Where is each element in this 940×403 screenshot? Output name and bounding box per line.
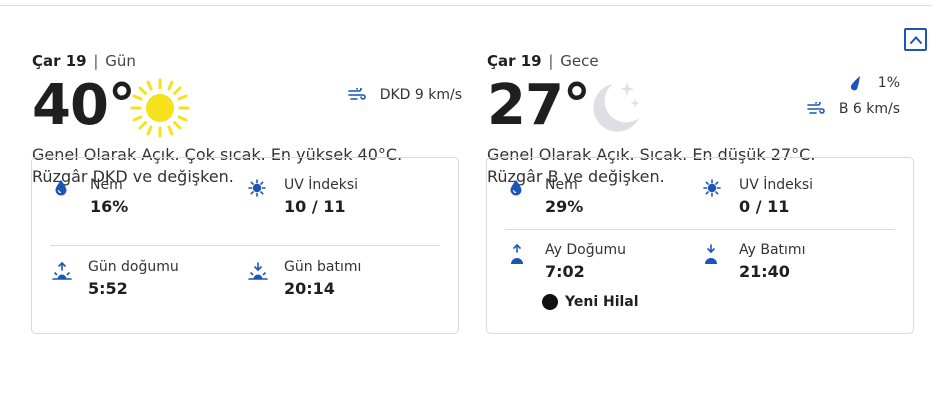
- day-name: Çar 19: [487, 52, 542, 70]
- moonrise-label: Ay Doğumu: [545, 242, 626, 258]
- wind-value: B 6 km/s: [838, 101, 900, 117]
- humidity-value: 16%: [90, 197, 129, 216]
- precipitation-stat: 1%: [807, 70, 900, 96]
- moonset-value: 21:40: [739, 262, 790, 281]
- sunrise-icon: [52, 261, 72, 280]
- temperature-row: 40° DKD 9 km/s: [32, 72, 462, 138]
- title-separator: |: [548, 52, 554, 70]
- chevron-up-icon: [909, 36, 923, 45]
- uv-sun-icon: [703, 179, 721, 197]
- moon-phase-label: Yeni Hilal: [565, 294, 639, 310]
- sunrise-value: 5:52: [88, 279, 128, 298]
- day-details-card: Nem 16% UV İndeksi 10 / 11 Gün doğumu 5:…: [31, 157, 459, 334]
- uv-value: 0 / 11: [739, 197, 790, 216]
- moon-phase: Yeni Hilal: [542, 294, 639, 310]
- period-label: Gün: [105, 52, 136, 70]
- sunset-value: 20:14: [284, 279, 335, 298]
- humidity-drop-icon: [55, 180, 67, 196]
- wind-stat: B 6 km/s: [807, 96, 900, 122]
- temperature: 40°: [32, 73, 136, 138]
- card-divider: [505, 229, 895, 230]
- precipitation-value: 1%: [877, 75, 900, 91]
- wind-icon: [347, 88, 366, 100]
- uv-label: UV İndeksi: [284, 177, 359, 193]
- sunset-icon: [248, 262, 268, 280]
- moonrise-value: 7:02: [545, 262, 585, 281]
- temperature-row: 27° 1% B 6 km/s: [487, 72, 917, 138]
- humidity-value: 29%: [545, 197, 584, 216]
- night-details-card: Nem 29% UV İndeksi 0 / 11 Ay Doğumu 7:02: [486, 157, 914, 334]
- new-moon-icon: [542, 294, 558, 310]
- moon-stars-icon: [593, 82, 640, 132]
- day-title: Çar 19 | Gün: [32, 50, 462, 72]
- moonset-label: Ay Batımı: [739, 242, 806, 258]
- moonset-icon: [705, 244, 717, 264]
- night-stats: 1% B 6 km/s: [807, 70, 900, 122]
- period-label: Gece: [560, 52, 599, 70]
- day-title: Çar 19 | Gece: [487, 50, 917, 72]
- wind-stat: DKD 9 km/s: [347, 82, 462, 108]
- card-divider: [50, 245, 440, 246]
- top-divider: [0, 5, 932, 6]
- collapse-button[interactable]: [904, 28, 927, 51]
- moonrise-icon: [511, 244, 523, 264]
- day-stats: DKD 9 km/s: [347, 82, 462, 108]
- sun-icon: [130, 78, 190, 138]
- raindrop-icon: [850, 76, 860, 91]
- uv-label: UV İndeksi: [739, 177, 814, 193]
- uv-sun-icon: [248, 179, 266, 197]
- title-separator: |: [93, 52, 99, 70]
- sunset-label: Gün batımı: [284, 259, 362, 275]
- uv-value: 10 / 11: [284, 197, 346, 216]
- wind-icon: [807, 102, 825, 114]
- sunrise-label: Gün doğumu: [88, 259, 179, 275]
- day-name: Çar 19: [32, 52, 87, 70]
- humidity-drop-icon: [510, 180, 522, 196]
- humidity-label: Nem: [90, 177, 123, 193]
- wind-value: DKD 9 km/s: [379, 87, 462, 103]
- temperature: 27°: [487, 73, 591, 138]
- humidity-label: Nem: [545, 177, 578, 193]
